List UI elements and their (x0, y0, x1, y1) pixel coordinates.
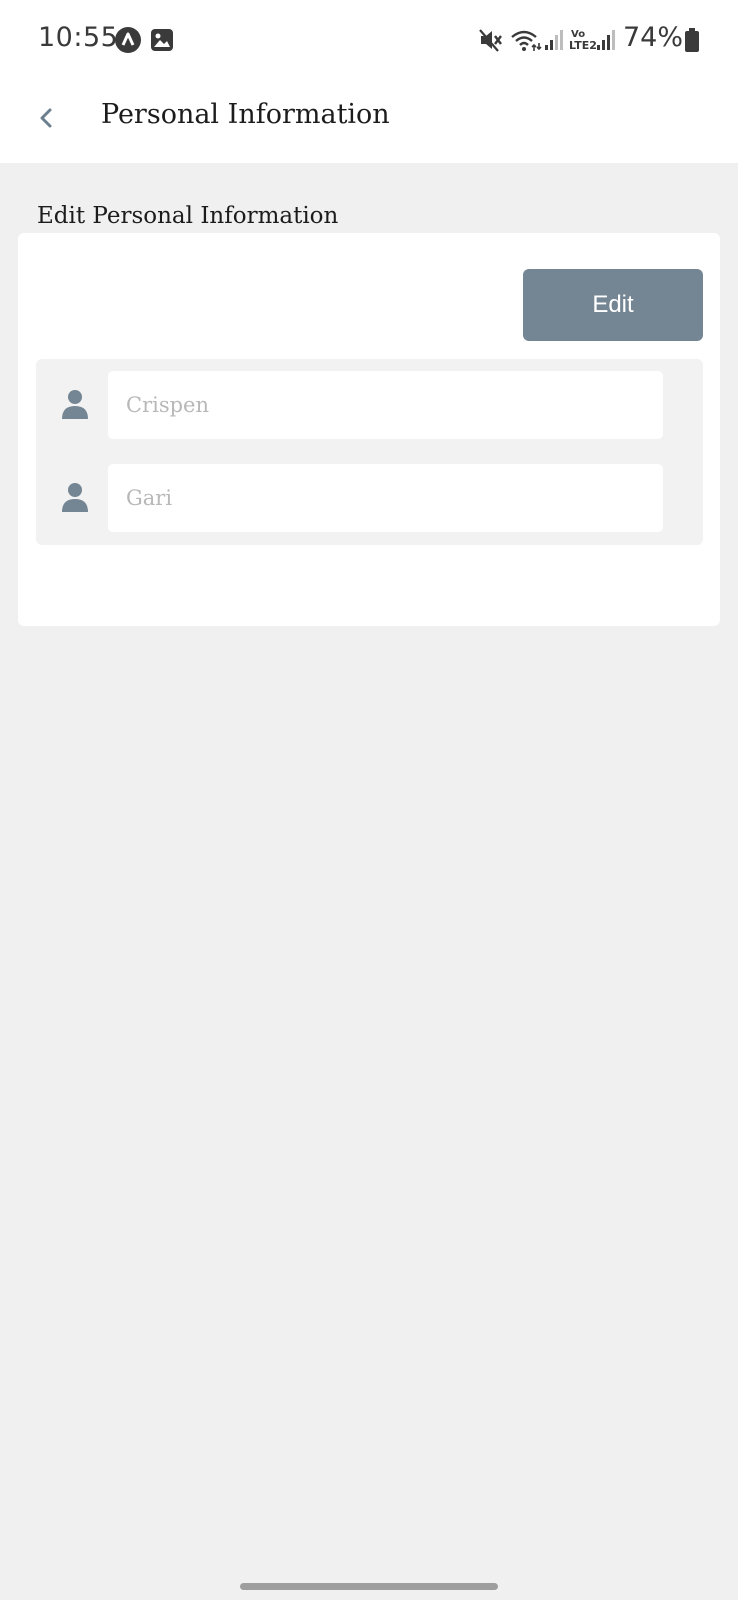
status-time: 10:55 (38, 22, 119, 53)
status-bar: 10:55 Vo LTE2 74% (0, 0, 738, 80)
battery-percentage: 74% (622, 22, 683, 53)
gallery-icon (150, 28, 174, 56)
person-icon (60, 482, 90, 512)
edit-button[interactable]: Edit (523, 269, 703, 341)
fields-container: Crispen Gari (36, 359, 703, 545)
signal-icon (544, 28, 566, 56)
svg-text:LTE2: LTE2 (569, 39, 597, 52)
section-title: Edit Personal Information (37, 203, 339, 229)
last-name-input[interactable]: Gari (108, 464, 663, 532)
battery-icon (685, 28, 699, 56)
last-name-row: Gari (36, 464, 703, 532)
home-indicator[interactable] (240, 1583, 498, 1590)
app-notification-icon (114, 26, 142, 58)
chevron-left-icon (28, 108, 68, 142)
first-name-row: Crispen (36, 371, 703, 439)
back-button[interactable] (28, 94, 68, 138)
personal-info-card: Edit Crispen Gari (18, 233, 720, 626)
app-bar: Personal Information (0, 80, 738, 163)
first-name-input[interactable]: Crispen (108, 371, 663, 439)
person-icon (60, 389, 90, 419)
page-title: Personal Information (101, 99, 390, 130)
signal-icon (596, 28, 618, 56)
mute-icon (478, 27, 504, 57)
wifi-icon (510, 27, 542, 57)
